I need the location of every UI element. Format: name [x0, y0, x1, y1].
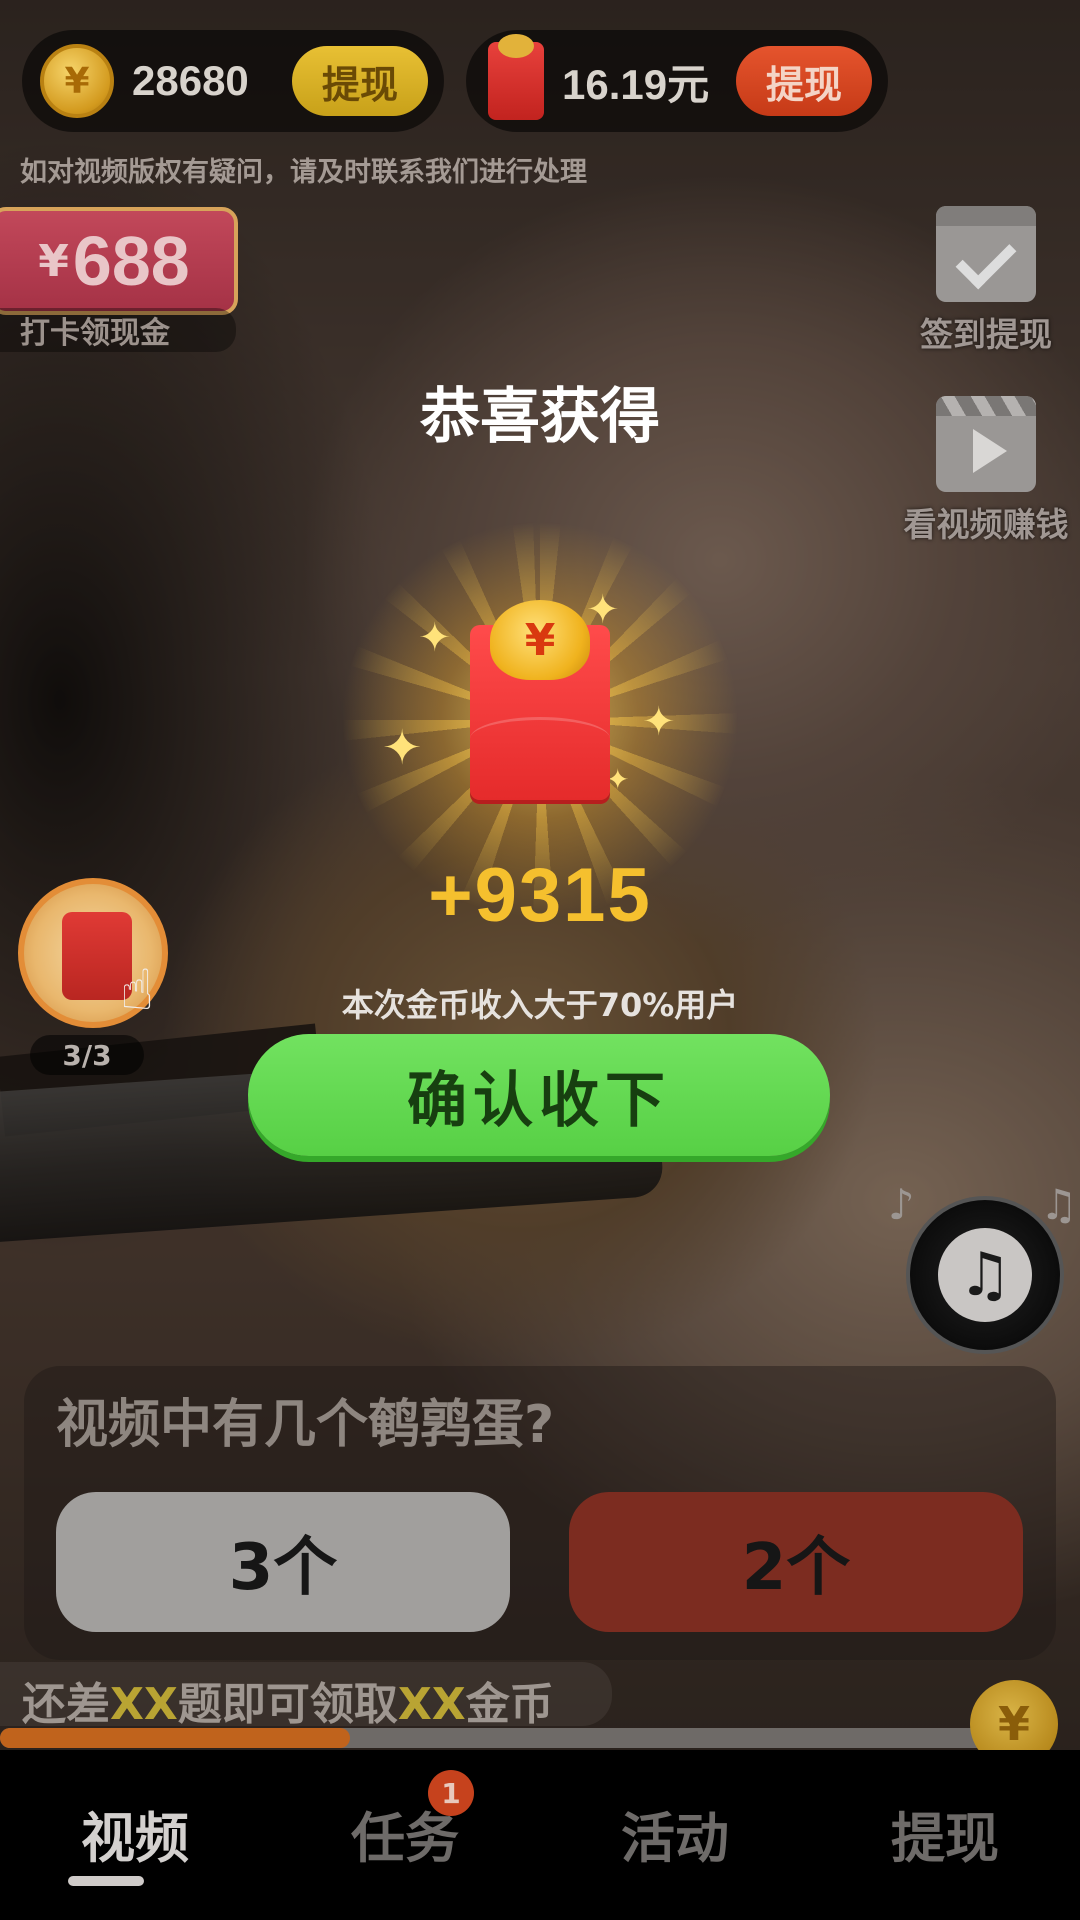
- coin-withdraw-button[interactable]: 提现: [291, 46, 428, 116]
- coin-balance-value: 28680: [132, 57, 249, 104]
- reward-amount: 688: [72, 222, 190, 300]
- cash-balance-value: 16.19元: [562, 60, 710, 108]
- checkin-withdraw-label: 签到提现: [920, 315, 1052, 354]
- quiz-question: 视频中有几个鹌鹑蛋?: [56, 1395, 555, 1455]
- progress-prefix: 还差: [22, 1679, 110, 1730]
- progress-middle: 题即可领取: [177, 1679, 398, 1730]
- watch-video-earn-label: 看视频赚钱: [903, 505, 1069, 544]
- progress-bar-fill: [0, 1728, 350, 1748]
- sparkle-icon: ✦: [642, 699, 676, 745]
- progress-suffix: 金币: [465, 1679, 554, 1730]
- sparkle-icon: ✦: [382, 720, 423, 776]
- nav-tab-video[interactable]: 视频: [0, 1750, 270, 1920]
- red-envelope-icon: [488, 34, 544, 120]
- sparkle-icon: ✦: [418, 615, 452, 661]
- app-screen: ¥ 28680 提现 16.19元 提现 如对视频版权有疑问，请及时联系我们进行…: [0, 0, 1080, 1920]
- red-envelope-count: 3/3: [30, 1035, 144, 1075]
- confirm-receive-button[interactable]: 确认收下: [248, 1034, 830, 1156]
- bonus-amount: +9315: [428, 853, 652, 938]
- progress-coin-amount: XX: [397, 1679, 466, 1730]
- nav-tab-tasks[interactable]: 任务: [270, 1750, 540, 1920]
- copyright-notice: 如对视频版权有疑问，请及时联系我们进行处理: [20, 157, 587, 188]
- calendar-check-icon: [936, 206, 1036, 302]
- music-note-icon: ♫: [1040, 1180, 1078, 1229]
- nav-tab-activities[interactable]: 活动: [540, 1750, 810, 1920]
- quiz-answer-button[interactable]: 3个: [56, 1492, 510, 1632]
- nav-tab-withdraw[interactable]: 提现: [810, 1750, 1080, 1920]
- yen-coin-icon: ¥: [40, 44, 114, 118]
- cash-withdraw-button[interactable]: 提现: [735, 46, 872, 116]
- tasks-notification-badge: 1: [428, 1770, 474, 1816]
- yen-coin-icon: ¥: [490, 600, 590, 680]
- checkin-withdraw-entry[interactable]: 签到提现: [886, 206, 1080, 356]
- music-note-icon: ♫: [938, 1228, 1032, 1322]
- sparkle-icon: ✦: [586, 587, 620, 633]
- progress-bar: [0, 1728, 1000, 1748]
- coin-balance-pill: ¥ 28680 提现: [22, 30, 444, 132]
- quiz-answer-button[interactable]: 2个: [569, 1492, 1023, 1632]
- reward-currency: ¥: [38, 235, 69, 287]
- bottom-nav: 视频 任务 活动 提现: [0, 1750, 1080, 1920]
- progress-remaining: XX: [110, 1679, 178, 1730]
- bonus-subtitle: 本次金币收入大于70%用户: [341, 986, 739, 1024]
- reward-label[interactable]: 打卡领现金: [0, 308, 236, 352]
- music-disc-button[interactable]: ♫: [906, 1196, 1064, 1354]
- cash-balance-pill: 16.19元 提现: [466, 30, 888, 132]
- popup-title: 恭喜获得: [420, 382, 660, 452]
- music-note-icon: ♪: [888, 1180, 915, 1229]
- checkin-reward-tag[interactable]: ¥ 688: [0, 207, 238, 315]
- nav-active-indicator: [68, 1876, 144, 1886]
- progress-label: 还差XX题即可领取XX金币: [22, 1668, 554, 1732]
